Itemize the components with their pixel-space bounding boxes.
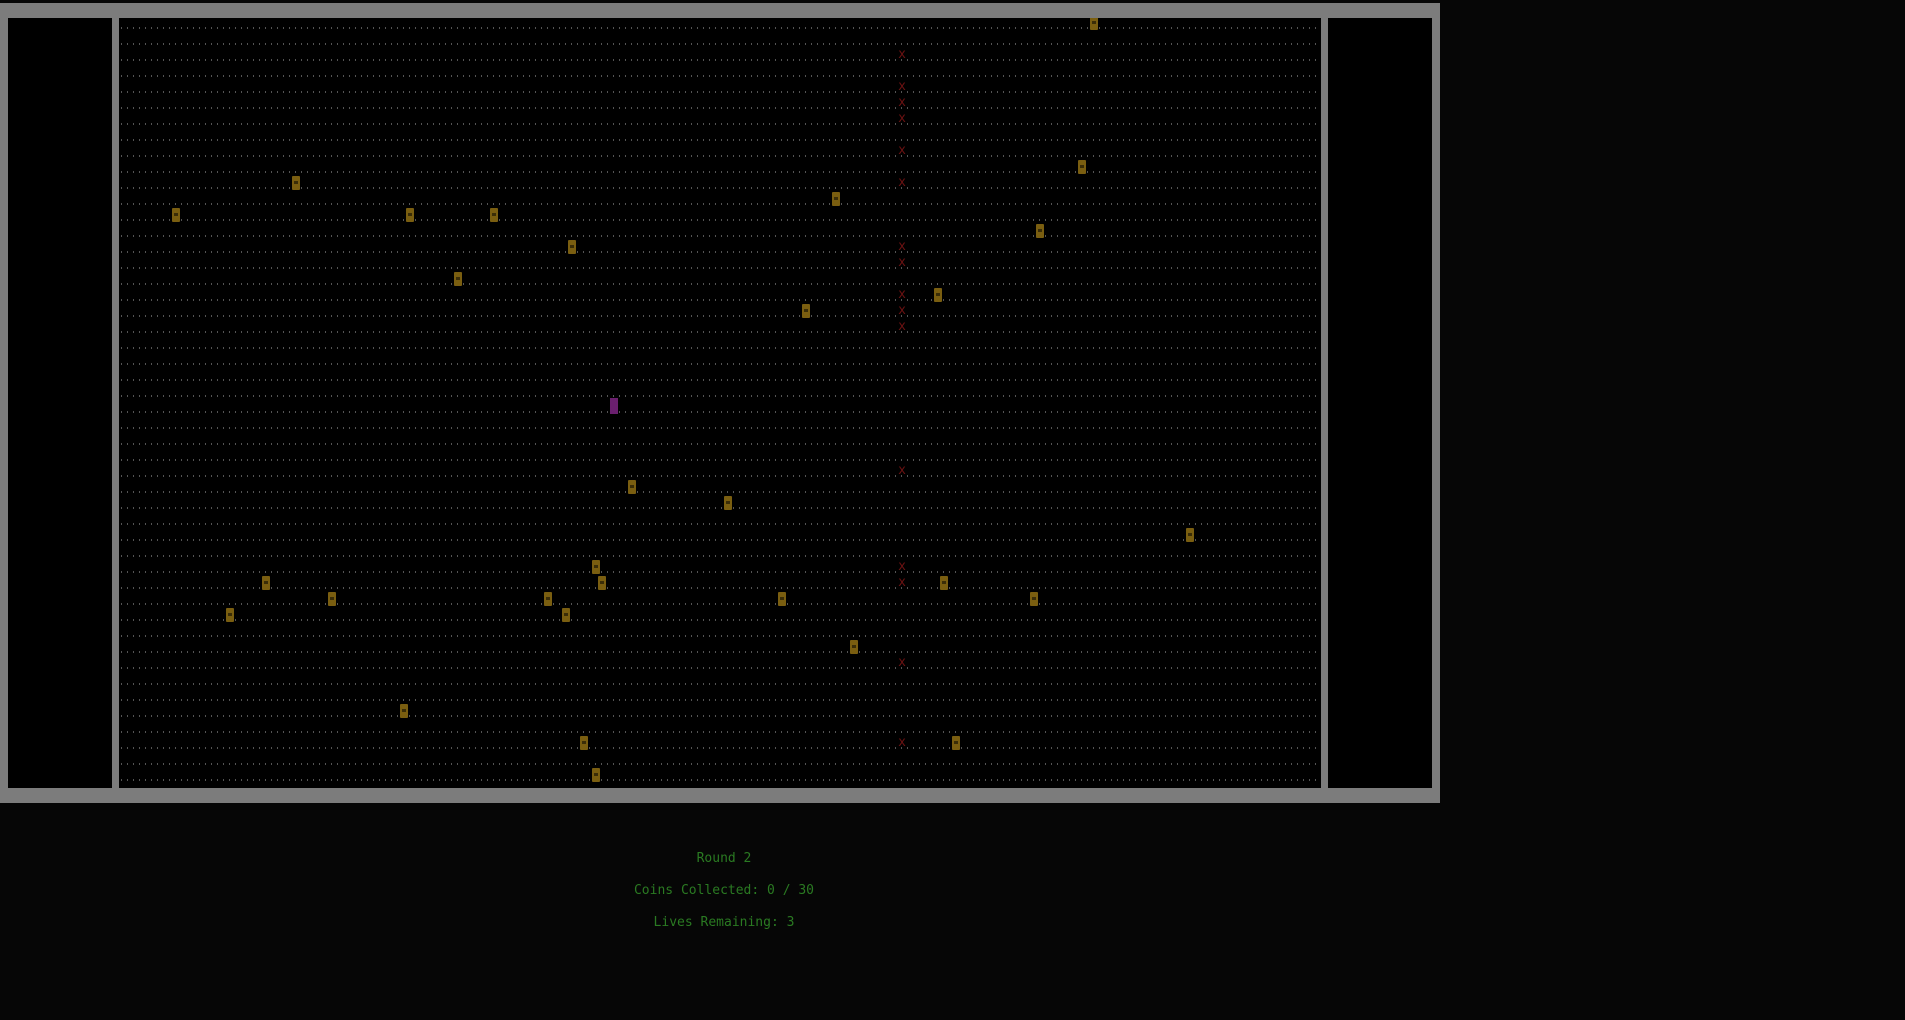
- coin-icon: [172, 208, 180, 222]
- hazard-x-icon: x: [898, 47, 906, 62]
- coin-icon: [454, 272, 462, 286]
- coin-icon: [490, 208, 498, 222]
- hazard-x-icon: x: [898, 287, 906, 302]
- coin-icon: [934, 288, 942, 302]
- coin-icon: [592, 768, 600, 782]
- hazard-x-icon: x: [898, 79, 906, 94]
- coin-icon: [292, 176, 300, 190]
- hazard-x-icon: x: [898, 559, 906, 574]
- hazard-x-icon: x: [898, 575, 906, 590]
- coin-icon: [1030, 592, 1038, 606]
- hazard-x-icon: x: [898, 143, 906, 158]
- hazard-x-icon: x: [898, 255, 906, 270]
- floor-dot-grid: [121, 27, 1319, 781]
- coin-icon: [1090, 18, 1098, 30]
- hazard-x-icon: x: [898, 111, 906, 126]
- hazard-x-icon: x: [898, 735, 906, 750]
- coin-icon: [262, 576, 270, 590]
- hazard-x-icon: x: [898, 655, 906, 670]
- coin-icon: [580, 736, 588, 750]
- left-side-panel: [8, 18, 112, 788]
- right-side-panel: [1328, 18, 1432, 788]
- coin-icon: [328, 592, 336, 606]
- coin-icon: [1078, 160, 1086, 174]
- round-label: Round 2: [696, 851, 752, 866]
- coin-icon: [850, 640, 858, 654]
- hazard-x-icon: x: [898, 463, 906, 478]
- coin-icon: [544, 592, 552, 606]
- hazard-x-icon: x: [898, 319, 906, 334]
- hazard-x-icon: x: [898, 303, 906, 318]
- coin-icon: [940, 576, 948, 590]
- hazard-x-icon: x: [898, 95, 906, 110]
- player-icon: [610, 398, 618, 414]
- hazard-x-icon: x: [898, 239, 906, 254]
- coin-icon: [598, 576, 606, 590]
- coin-icon: [568, 240, 576, 254]
- coin-icon: [832, 192, 840, 206]
- coin-icon: [802, 304, 810, 318]
- coin-icon: [724, 496, 732, 510]
- hazard-x-icon: x: [898, 175, 906, 190]
- lives-remaining-label: Lives Remaining: 3: [653, 915, 795, 930]
- game-frame: xxxxxxxxxxxxxxxx: [0, 3, 1440, 803]
- coin-icon: [226, 608, 234, 622]
- coin-icon: [1036, 224, 1044, 238]
- coin-icon: [406, 208, 414, 222]
- coin-icon: [1186, 528, 1194, 542]
- coin-icon: [562, 608, 570, 622]
- coins-collected-label: Coins Collected: 0 / 30: [633, 883, 814, 898]
- coin-icon: [952, 736, 960, 750]
- coin-icon: [628, 480, 636, 494]
- coin-icon: [400, 704, 408, 718]
- game-board[interactable]: xxxxxxxxxxxxxxxx: [119, 18, 1321, 788]
- coin-icon: [592, 560, 600, 574]
- coin-icon: [778, 592, 786, 606]
